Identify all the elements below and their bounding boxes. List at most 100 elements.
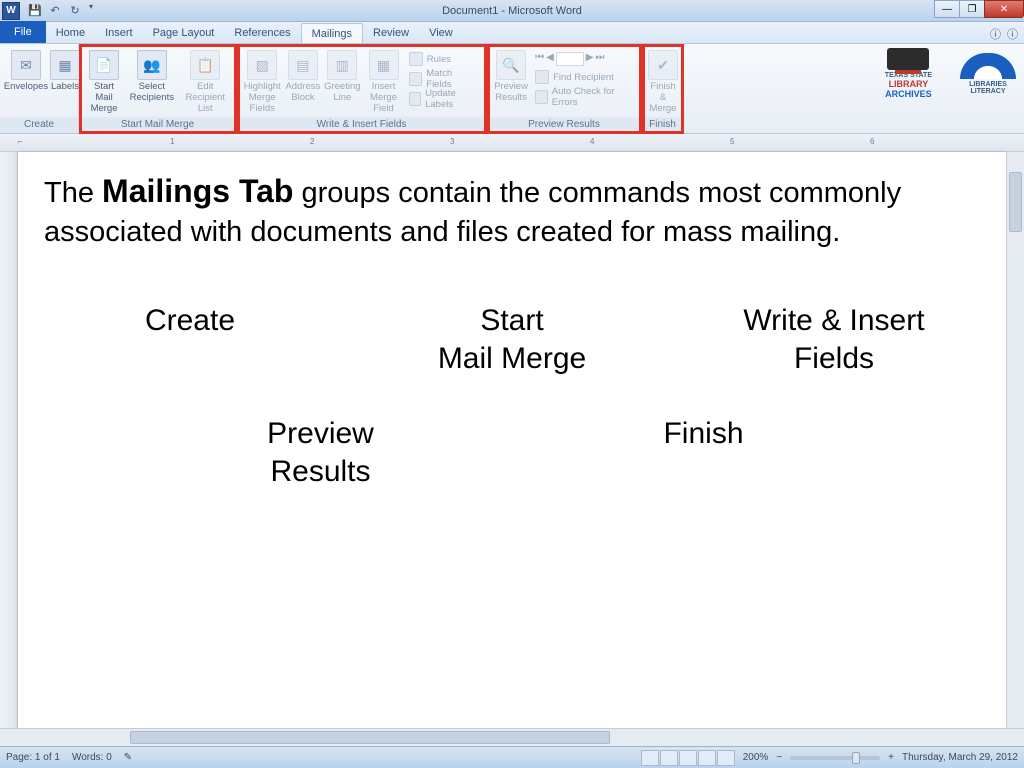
address-icon: ▤ [288, 50, 318, 80]
envelope-icon: ✉ [11, 50, 41, 80]
find-recipient-button[interactable]: Find Recipient [535, 68, 633, 86]
vertical-ruler[interactable] [0, 152, 18, 746]
quick-access-toolbar: 💾 ↶ ↻ ▾ [26, 2, 96, 20]
group-finish: ✔Finish & Merge Finish [642, 44, 684, 133]
scroll-thumb[interactable] [1009, 172, 1022, 232]
groups-grid-row1: Create Start Mail Merge Write & Insert F… [44, 302, 980, 377]
group-start-mail-merge: 📄Start Mail Merge 👥Select Recipients 📋Ed… [79, 44, 237, 133]
ribbon-tabs: File Home Insert Page Layout References … [0, 22, 1024, 44]
window-controls: — ❐ ✕ [935, 0, 1024, 18]
label-create: Create [44, 302, 336, 377]
tab-home[interactable]: Home [46, 23, 95, 43]
edit-recipient-list-button[interactable]: 📋Edit Recipient List [179, 48, 232, 117]
save-icon[interactable]: 💾 [26, 2, 44, 20]
zoom-slider-thumb[interactable] [852, 752, 860, 764]
label-write-insert-fields: Write & Insert Fields [688, 302, 980, 377]
print-layout-view-button[interactable] [641, 750, 659, 766]
greeting-icon: ▥ [327, 50, 357, 80]
envelopes-button[interactable]: ✉Envelopes [4, 48, 48, 95]
highlight-icon: ▨ [247, 50, 277, 80]
building-icon [887, 48, 929, 70]
highlight-merge-fields-button[interactable]: ▨Highlight Merge Fields [241, 48, 283, 117]
record-nav: ⏮ ◀ ▶ ⏭ [531, 48, 637, 68]
horizontal-scrollbar[interactable] [0, 728, 1024, 746]
address-block-button[interactable]: ▤Address Block [283, 48, 322, 106]
tab-view[interactable]: View [419, 23, 463, 43]
document-icon: 📄 [89, 50, 119, 80]
arc-icon [960, 53, 1016, 79]
record-number-input[interactable] [556, 52, 584, 66]
file-tab[interactable]: File [0, 21, 46, 43]
libraries-literacy-logo: LIBRARIES LITERACY [960, 53, 1016, 95]
horizontal-ruler[interactable]: ⌐ 1 2 3 4 5 6 [0, 134, 1024, 152]
hscroll-thumb[interactable] [130, 731, 610, 744]
tab-page-layout[interactable]: Page Layout [143, 23, 225, 43]
find-icon [535, 70, 549, 84]
ribbon: ✉Envelopes ▦Labels Create 📄Start Mail Me… [0, 44, 1024, 134]
window-title: Document1 - Microsoft Word [442, 5, 582, 17]
group-label: Preview Results [487, 117, 641, 133]
maximize-button[interactable]: ❐ [959, 0, 985, 18]
select-recipients-button[interactable]: 👥Select Recipients [125, 48, 178, 106]
logos: TEXAS STATE LIBRARY ARCHIVES LIBRARIES L… [885, 48, 1016, 99]
finish-merge-button[interactable]: ✔Finish & Merge [646, 48, 680, 117]
update-labels-button[interactable]: Update Labels [409, 90, 478, 108]
ruler-origin-icon: ⌐ [18, 137, 23, 146]
group-label: Create [0, 117, 78, 133]
field-icon: ▦ [369, 50, 399, 80]
update-icon [409, 92, 421, 106]
qat-dropdown-icon[interactable]: ▾ [86, 2, 96, 20]
minimize-ribbon-icon[interactable]: ⓘ [990, 26, 1001, 42]
label-preview-results: Preview Results [144, 415, 497, 490]
group-create: ✉Envelopes ▦Labels Create [0, 44, 79, 133]
full-screen-view-button[interactable] [660, 750, 678, 766]
page-indicator[interactable]: Page: 1 of 1 [6, 752, 60, 763]
group-write-insert-fields: ▨Highlight Merge Fields ▤Address Block ▥… [237, 44, 487, 133]
match-fields-button[interactable]: Match Fields [409, 70, 478, 88]
next-record-icon[interactable]: ▶ [586, 52, 594, 66]
spellcheck-icon[interactable]: ✎ [124, 752, 132, 763]
insert-merge-field-button[interactable]: ▦Insert Merge Field [362, 48, 404, 117]
zoom-level[interactable]: 200% [743, 752, 769, 763]
check-icon [535, 90, 548, 104]
web-layout-view-button[interactable] [679, 750, 697, 766]
tab-references[interactable]: References [224, 23, 300, 43]
status-bar: Page: 1 of 1 Words: 0 ✎ 200% − + Thursda… [0, 746, 1024, 768]
rules-button[interactable]: Rules [409, 50, 478, 68]
intro-paragraph: The Mailings Tab groups contain the comm… [44, 170, 980, 252]
word-count[interactable]: Words: 0 [72, 752, 112, 763]
greeting-line-button[interactable]: ▥Greeting Line [322, 48, 362, 106]
group-label: Start Mail Merge [79, 117, 236, 133]
zoom-slider[interactable] [790, 756, 880, 760]
tab-review[interactable]: Review [363, 23, 419, 43]
word-app-icon: W [2, 2, 20, 20]
document-area: The Mailings Tab groups contain the comm… [0, 152, 1024, 746]
help-icon[interactable]: ⓘ [1007, 26, 1018, 42]
list-icon: 📋 [190, 50, 220, 80]
undo-icon[interactable]: ↶ [46, 2, 64, 20]
last-record-icon[interactable]: ⏭ [596, 52, 605, 66]
zoom-in-icon[interactable]: + [888, 752, 894, 763]
auto-check-errors-button[interactable]: Auto Check for Errors [535, 88, 633, 106]
finish-icon: ✔ [648, 50, 678, 80]
date-display: Thursday, March 29, 2012 [902, 752, 1018, 763]
tab-insert[interactable]: Insert [95, 23, 143, 43]
zoom-out-icon[interactable]: − [776, 752, 782, 763]
document-page[interactable]: The Mailings Tab groups contain the comm… [18, 152, 1006, 746]
tab-mailings[interactable]: Mailings [301, 23, 363, 43]
library-archives-logo: TEXAS STATE LIBRARY ARCHIVES [885, 48, 932, 99]
close-button[interactable]: ✕ [984, 0, 1024, 18]
preview-results-button[interactable]: 🔍Preview Results [491, 48, 531, 106]
vertical-scrollbar[interactable] [1006, 152, 1024, 746]
outline-view-button[interactable] [698, 750, 716, 766]
draft-view-button[interactable] [717, 750, 735, 766]
start-mail-merge-button[interactable]: 📄Start Mail Merge [83, 48, 125, 117]
redo-icon[interactable]: ↻ [66, 2, 84, 20]
group-label: Finish [642, 117, 683, 133]
people-icon: 👥 [137, 50, 167, 80]
prev-record-icon[interactable]: ◀ [546, 52, 554, 66]
first-record-icon[interactable]: ⏮ [535, 52, 544, 66]
labels-button[interactable]: ▦Labels [48, 48, 82, 95]
labels-icon: ▦ [50, 50, 80, 80]
minimize-button[interactable]: — [934, 0, 960, 18]
